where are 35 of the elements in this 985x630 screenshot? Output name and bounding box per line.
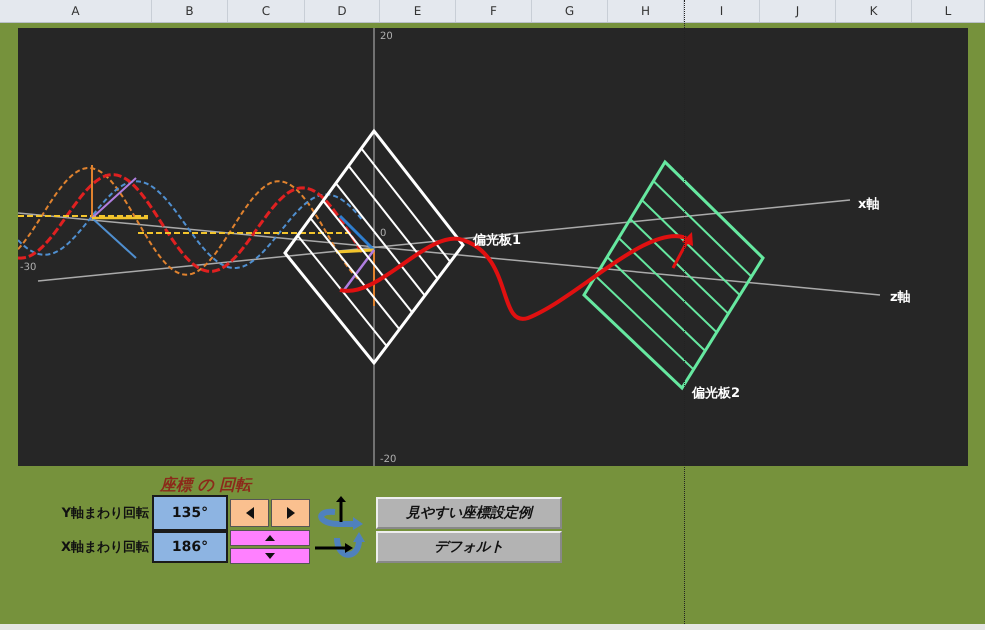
rotation-label: Y軸まわり回転 bbox=[62, 505, 150, 522]
macro-button[interactable]: 見やすい座標設定例 bbox=[376, 497, 562, 529]
polarizer-label: 偏光板2 bbox=[692, 386, 740, 401]
column-header[interactable]: H bbox=[608, 0, 684, 22]
axis-label: x軸 bbox=[858, 197, 880, 212]
axis-tick-label: -20 bbox=[380, 454, 396, 465]
column-header[interactable]: I bbox=[684, 0, 760, 22]
column-header[interactable]: F bbox=[456, 0, 532, 22]
column-header[interactable]: C bbox=[228, 0, 305, 22]
macro-button[interactable]: デフォルト bbox=[376, 531, 562, 563]
column-header[interactable]: E bbox=[380, 0, 456, 22]
spin-button[interactable] bbox=[230, 499, 269, 527]
column-header[interactable]: L bbox=[912, 0, 985, 22]
triangle-down-icon bbox=[265, 553, 275, 559]
triangle-left-icon bbox=[246, 507, 254, 519]
rotation-label: X軸まわり回転 bbox=[60, 539, 150, 556]
axis-tick-label: -30 bbox=[20, 262, 36, 273]
triangle-right-icon bbox=[286, 507, 294, 519]
column-header[interactable]: D bbox=[305, 0, 380, 22]
spin-button[interactable] bbox=[230, 548, 310, 564]
axis-label: z軸 bbox=[890, 290, 911, 305]
spin-button[interactable] bbox=[230, 530, 310, 546]
column-header[interactable]: G bbox=[532, 0, 608, 22]
angle-value-cell: 135° bbox=[152, 495, 228, 531]
spin-button[interactable] bbox=[271, 499, 310, 527]
triangle-up-icon bbox=[265, 535, 275, 541]
column-header[interactable]: A bbox=[0, 0, 152, 22]
section-title: 座標 の 回転 bbox=[160, 476, 254, 494]
axis-tick-label: 0 bbox=[380, 228, 386, 239]
column-header[interactable]: K bbox=[836, 0, 912, 22]
polarizer-label: 偏光板1 bbox=[473, 233, 522, 248]
axis-tick-label: 20 bbox=[380, 31, 393, 42]
column-header[interactable]: J bbox=[760, 0, 836, 22]
column-header[interactable]: B bbox=[152, 0, 228, 22]
angle-value-cell: 186° bbox=[152, 531, 228, 563]
